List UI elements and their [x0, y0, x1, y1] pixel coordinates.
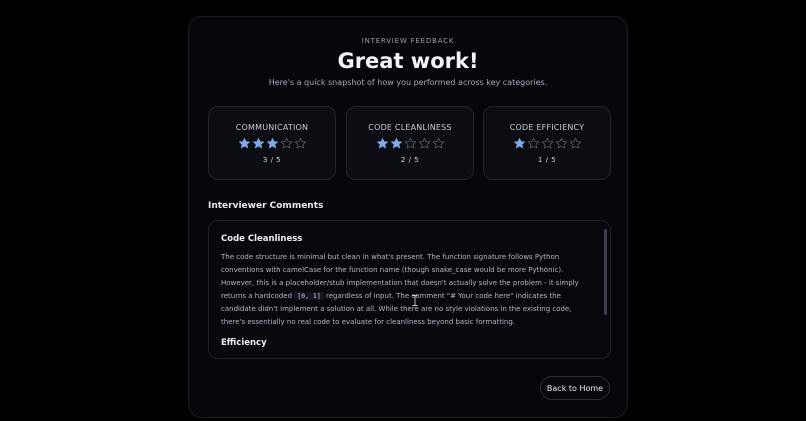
- page-title: Great work!: [337, 49, 479, 73]
- comment-section-body: The code structure is minimal but clean …: [221, 251, 593, 329]
- comments-scroll-panel[interactable]: Code Cleanliness The code structure is m…: [208, 220, 611, 359]
- text-cursor-icon: [412, 295, 418, 306]
- star-filled-icon: [252, 137, 264, 149]
- star-empty-icon: [569, 137, 581, 149]
- metric-card-code-efficiency: CODE EFFICIENCY 1 / 5: [483, 106, 611, 180]
- star-filled-icon: [266, 137, 278, 149]
- metric-score: 2 / 5: [400, 156, 420, 164]
- star-empty-icon: [432, 137, 444, 149]
- star-empty-icon: [280, 137, 292, 149]
- star-rating: [347, 137, 473, 151]
- metric-score: 1 / 5: [537, 156, 557, 164]
- eyebrow-label: INTERVIEW FEEDBACK: [361, 37, 455, 45]
- star-filled-icon: [513, 137, 525, 149]
- star-filled-icon: [390, 137, 402, 149]
- star-filled-icon: [376, 137, 388, 149]
- star-rating: [484, 137, 610, 151]
- metric-card-code-cleanliness: CODE CLEANLINESS 2 / 5: [346, 106, 474, 180]
- metric-card-communication: COMMUNICATION 3 / 5: [208, 106, 336, 180]
- page-subtitle: Here's a quick snapshot of how you perfo…: [268, 78, 548, 87]
- metric-label: CODE EFFICIENCY: [509, 123, 585, 132]
- star-rating: [209, 137, 335, 151]
- star-empty-icon: [527, 137, 539, 149]
- metrics-row: COMMUNICATION 3 / 5 CODE CLEANLINESS 2 /…: [208, 106, 612, 181]
- star-empty-icon: [404, 137, 416, 149]
- comment-section-title: Code Cleanliness: [221, 234, 303, 244]
- comments-heading: Interviewer Comments: [208, 201, 324, 211]
- star-empty-icon: [418, 137, 430, 149]
- star-empty-icon: [555, 137, 567, 149]
- comments-content: Code Cleanliness The code structure is m…: [221, 234, 593, 355]
- comments-scrollbar[interactable]: [604, 229, 607, 315]
- star-empty-icon: [541, 137, 553, 149]
- star-empty-icon: [294, 137, 306, 149]
- feedback-card: INTERVIEW FEEDBACK Great work! Here's a …: [188, 16, 628, 418]
- inline-code: [0, 1]: [294, 292, 324, 300]
- star-filled-icon: [238, 137, 250, 149]
- back-to-home-button[interactable]: Back to Home: [540, 376, 610, 400]
- metric-label: CODE CLEANLINESS: [368, 123, 452, 132]
- metric-score: 3 / 5: [262, 156, 282, 164]
- metric-label: COMMUNICATION: [235, 123, 309, 132]
- comment-section-title: Efficiency: [221, 338, 267, 348]
